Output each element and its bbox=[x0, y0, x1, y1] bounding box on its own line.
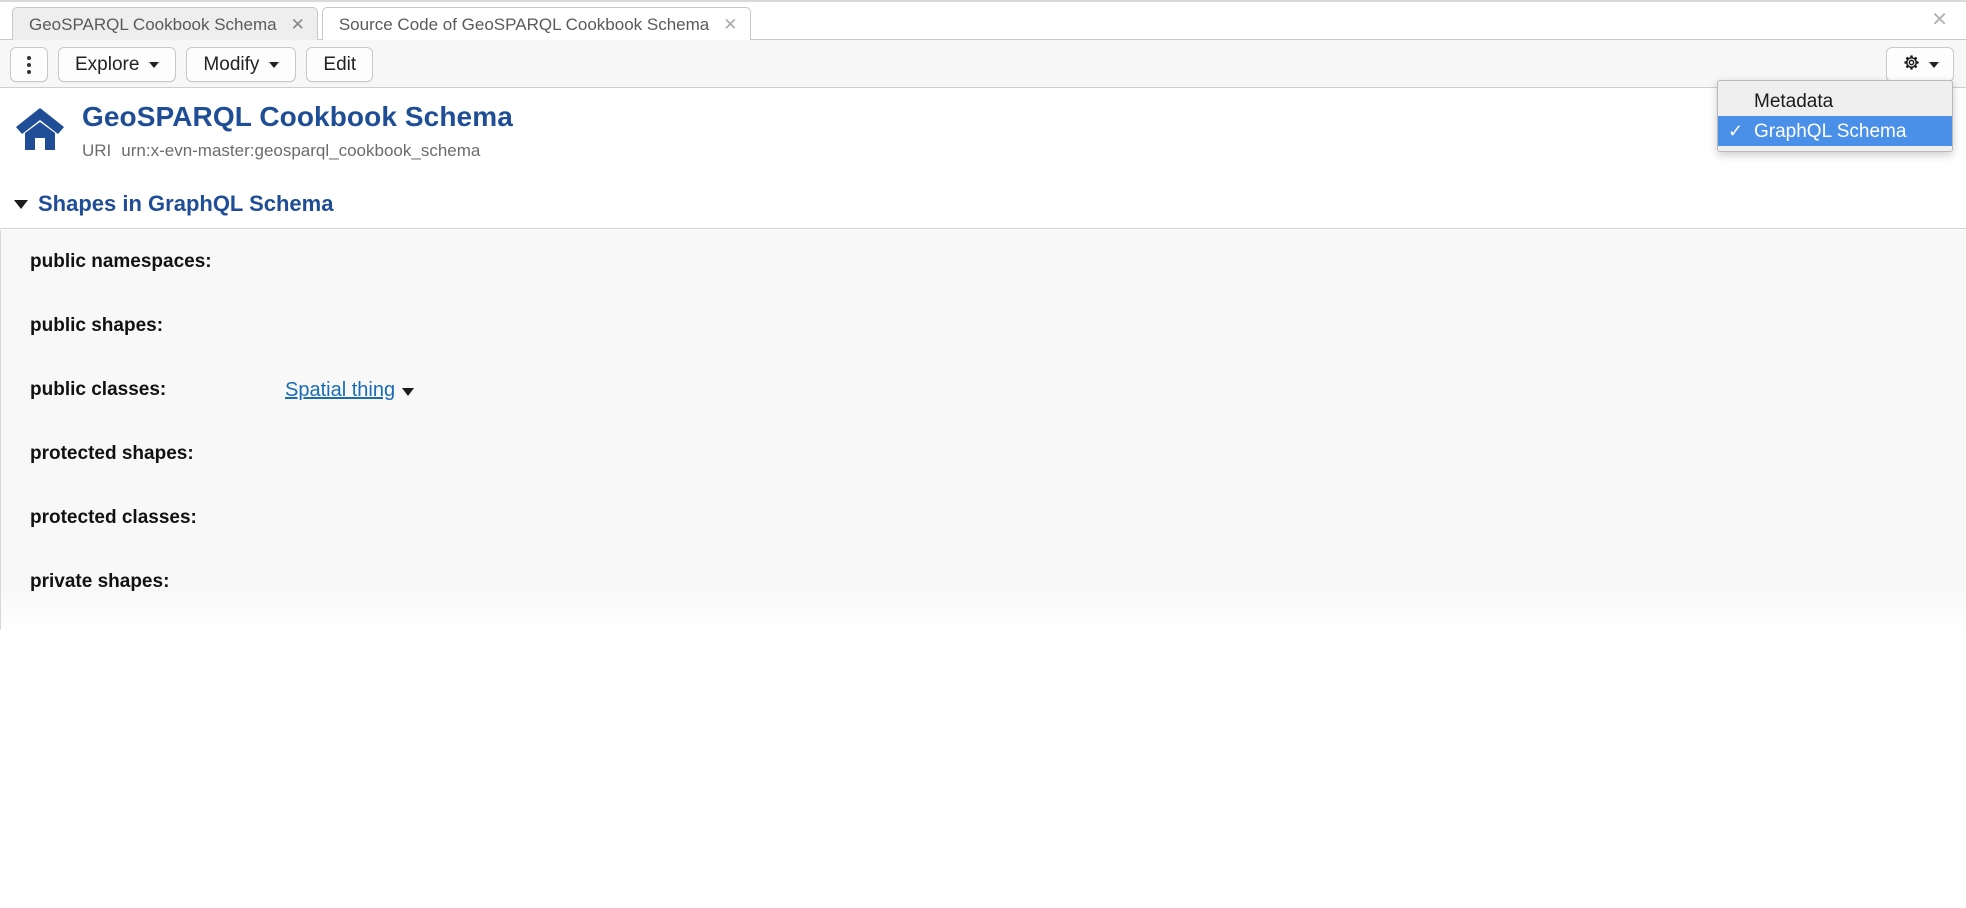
settings-button[interactable] bbox=[1886, 47, 1954, 82]
tab-close-icon[interactable]: ✕ bbox=[291, 16, 305, 33]
tab-source-code-of-geosparql-cookbook-schema[interactable]: Source Code of GeoSPARQL Cookbook Schema… bbox=[321, 7, 751, 40]
shapes-content-panel: public namespaces: public shapes: public… bbox=[0, 230, 1966, 630]
check-icon: ✓ bbox=[1728, 121, 1744, 141]
tab-geosparql-cookbook-schema[interactable]: GeoSPARQL Cookbook Schema ✕ bbox=[12, 7, 318, 40]
property-label: public classes: bbox=[30, 379, 167, 400]
tab-close-icon[interactable]: ✕ bbox=[723, 16, 737, 33]
page-header: GeoSPARQL Cookbook Schema URI urn:x-evn-… bbox=[0, 89, 1966, 169]
window-close-icon[interactable]: ✕ bbox=[1931, 10, 1948, 30]
more-options-button[interactable] bbox=[10, 47, 48, 82]
property-label: public namespaces: bbox=[30, 251, 212, 272]
modify-button[interactable]: Modify bbox=[186, 47, 297, 82]
uri-label: URI bbox=[82, 141, 112, 160]
settings-dropdown-menu: Metadata ✓ GraphQL Schema bbox=[1717, 80, 1953, 152]
chevron-down-icon[interactable] bbox=[402, 388, 415, 396]
home-icon[interactable] bbox=[14, 106, 66, 157]
property-label: protected classes: bbox=[30, 507, 197, 528]
kebab-dot-icon bbox=[27, 69, 31, 74]
tab-list: GeoSPARQL Cookbook Schema ✕ Source Code … bbox=[12, 6, 755, 40]
uri-value: urn:x-evn-master:geosparql_cookbook_sche… bbox=[121, 141, 481, 160]
page-title: GeoSPARQL Cookbook Schema bbox=[82, 101, 513, 132]
menu-item-label: GraphQL Schema bbox=[1754, 120, 1907, 142]
section-title: Shapes in GraphQL Schema bbox=[38, 191, 334, 216]
section-header-shapes-in-graphql-schema[interactable]: Shapes in GraphQL Schema bbox=[0, 180, 1966, 229]
property-value: Spatial thing bbox=[285, 379, 415, 402]
toolbar: Explore Modify Edit bbox=[0, 40, 1966, 88]
modify-button-label: Modify bbox=[203, 53, 260, 75]
tab-label: Source Code of GeoSPARQL Cookbook Schema bbox=[338, 14, 710, 34]
kebab-dot-icon bbox=[27, 55, 31, 60]
explore-button-label: Explore bbox=[75, 53, 140, 75]
title-bar-line bbox=[0, 0, 1966, 2]
menu-item-label: Metadata bbox=[1754, 90, 1834, 112]
chevron-down-icon bbox=[1928, 61, 1939, 68]
property-label: private shapes: bbox=[30, 571, 170, 592]
property-label: public shapes: bbox=[30, 315, 164, 336]
uri-row: URI urn:x-evn-master:geosparql_cookbook_… bbox=[82, 141, 480, 161]
tab-label: GeoSPARQL Cookbook Schema bbox=[29, 14, 277, 34]
chevron-down-icon bbox=[149, 61, 160, 68]
toolbar-left-group: Explore Modify Edit bbox=[10, 47, 374, 82]
kebab-dot-icon bbox=[27, 62, 31, 67]
gear-icon bbox=[1902, 53, 1921, 77]
chevron-down-icon bbox=[269, 61, 280, 68]
menu-item-graphql-schema[interactable]: ✓ GraphQL Schema bbox=[1718, 116, 1952, 146]
edit-button-label: Edit bbox=[323, 53, 357, 75]
tab-strip: GeoSPARQL Cookbook Schema ✕ Source Code … bbox=[0, 0, 1966, 40]
toolbar-right-group bbox=[1886, 47, 1954, 82]
menu-item-metadata[interactable]: Metadata bbox=[1718, 86, 1952, 116]
triangle-down-icon[interactable] bbox=[14, 199, 28, 209]
property-label: protected shapes: bbox=[30, 443, 194, 464]
edit-button[interactable]: Edit bbox=[306, 47, 374, 82]
explore-button[interactable]: Explore bbox=[58, 47, 177, 82]
spatial-thing-link[interactable]: Spatial thing bbox=[285, 379, 395, 402]
